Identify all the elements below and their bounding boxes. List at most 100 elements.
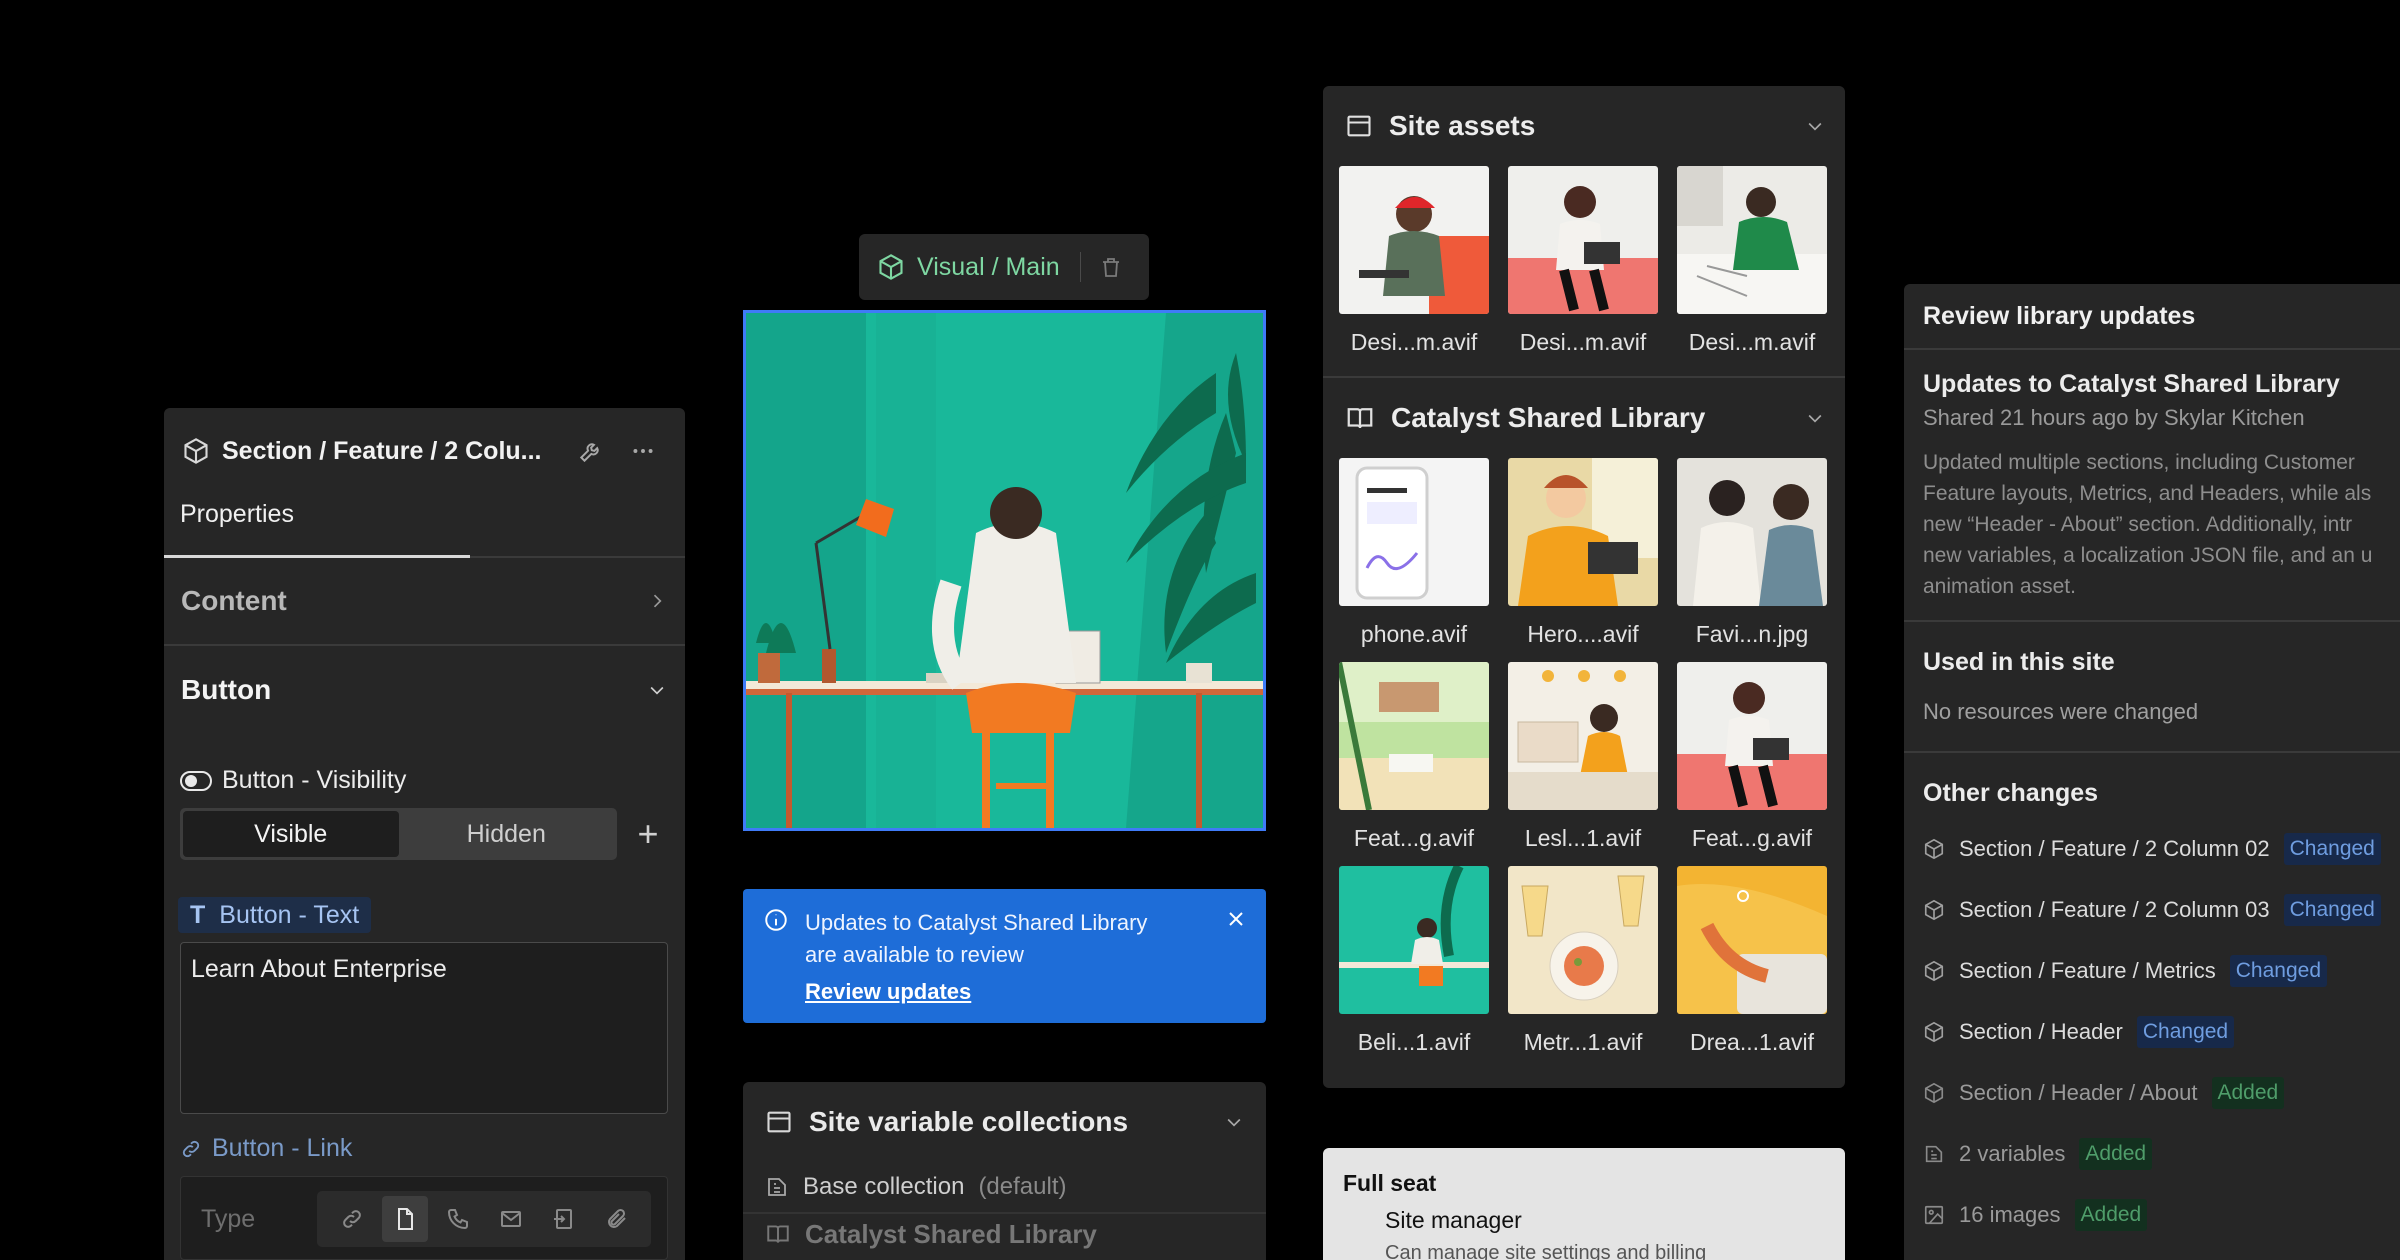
asset-tile[interactable]: Feat...g.avif	[1339, 662, 1489, 866]
asset-tile[interactable]: Favi...n.jpg	[1677, 458, 1827, 662]
asset-tile[interactable]: Beli...1.avif	[1339, 866, 1489, 1070]
description-line: animation asset.	[1923, 575, 2076, 598]
variable-icon	[765, 1175, 789, 1199]
change-name: Section / Feature / 2 Column 02	[1959, 835, 2270, 861]
change-item[interactable]: 2 variables Added	[1923, 1123, 2381, 1184]
cube-icon	[1923, 899, 1945, 921]
hidden-option[interactable]: Hidden	[399, 811, 615, 857]
tab-properties[interactable]: Properties	[180, 500, 294, 529]
asset-thumbnail	[1339, 662, 1489, 810]
badge-divider	[1079, 252, 1081, 282]
book-icon	[1345, 403, 1375, 433]
seat-role[interactable]: Site manager	[1343, 1207, 1825, 1234]
section-anchor-icon[interactable]	[541, 1196, 587, 1242]
asset-tile[interactable]: Feat...g.avif	[1677, 662, 1827, 866]
change-item[interactable]: Section / Feature / Metrics Changed	[1923, 940, 2381, 1001]
update-notification: Updates to Catalyst Shared Library are a…	[743, 889, 1266, 1023]
review-updates-link[interactable]: Review updates	[805, 979, 971, 1005]
description-line: Updated multiple sections, including Cus…	[1923, 451, 2355, 474]
hero-image[interactable]	[743, 310, 1266, 831]
asset-tile[interactable]: Drea...1.avif	[1677, 866, 1827, 1070]
toggle-icon	[180, 769, 212, 793]
component-icon	[877, 253, 905, 281]
close-icon[interactable]	[1224, 907, 1248, 931]
button-text-label: T Button - Text	[178, 897, 372, 933]
url-link-icon[interactable]	[329, 1196, 375, 1242]
notification-message: Updates to Catalyst Shared Library are a…	[805, 910, 1148, 967]
site-assets-header[interactable]: Site assets	[1323, 86, 1845, 166]
wrench-icon[interactable]	[571, 431, 611, 471]
description-line: new variables, a localization JSON file,…	[1923, 544, 2373, 567]
content-row[interactable]: Content	[164, 558, 685, 646]
asset-thumbnail	[1339, 166, 1489, 314]
asset-tile[interactable]: Lesl...1.avif	[1508, 662, 1658, 866]
change-item[interactable]: Section / Header / About Added	[1923, 1062, 2381, 1123]
update-title: Updates to Catalyst Shared Library	[1923, 370, 2340, 398]
window-icon	[765, 1108, 793, 1136]
phone-icon[interactable]	[435, 1196, 481, 1242]
asset-thumbnail	[1677, 458, 1827, 606]
asset-thumbnail	[1677, 166, 1827, 314]
change-item[interactable]: Section / Feature / 2 Column 02 Changed	[1923, 818, 2381, 879]
email-icon[interactable]	[488, 1196, 534, 1242]
asset-filename: Beli...1.avif	[1357, 1028, 1471, 1055]
base-collection-item[interactable]: Base collection (default)	[743, 1162, 1266, 1214]
more-icon[interactable]	[623, 431, 663, 471]
visibility-segmented-control: Visible Hidden	[180, 808, 617, 860]
asset-tile[interactable]: Desi...m.avif	[1508, 166, 1658, 370]
chevron-right-icon	[647, 591, 667, 611]
status-badge: Added	[2074, 1198, 2148, 1231]
asset-thumbnail	[1508, 662, 1658, 810]
seat-card: Full seat Site manager Can manage site s…	[1323, 1148, 1845, 1260]
seat-title: Full seat	[1343, 1170, 1437, 1196]
used-in-site: Used in this site No resources were chan…	[1904, 622, 2400, 753]
component-title: Section / Feature / 2 Colu...	[222, 436, 542, 465]
assets-panel: Site assets Desi...m.avif Desi...m.avif …	[1323, 86, 1845, 1088]
variable-collections-header[interactable]: Site variable collections	[743, 1082, 1266, 1162]
status-badge: Changed	[2283, 832, 2381, 865]
visibility-label: Button - Visibility	[180, 766, 406, 795]
chevron-down-icon	[1805, 116, 1825, 136]
component-badge[interactable]: Visual / Main	[859, 234, 1149, 300]
status-badge: Added	[2211, 1076, 2285, 1109]
change-item[interactable]: 16 images Added	[1923, 1184, 2381, 1245]
status-badge: Changed	[2229, 954, 2328, 987]
used-empty: No resources were changed	[1923, 699, 2199, 724]
change-name: Section / Feature / Metrics	[1959, 957, 2216, 983]
asset-tile[interactable]: Desi...m.avif	[1339, 166, 1489, 370]
change-item[interactable]: Section / Header Changed	[1923, 1001, 2381, 1062]
asset-tile[interactable]: phone.avif	[1339, 458, 1489, 662]
button-link-title: Button - Link	[212, 1134, 353, 1162]
status-badge: Added	[2079, 1137, 2153, 1170]
asset-tile[interactable]: Hero....avif	[1508, 458, 1658, 662]
library-header[interactable]: Catalyst Shared Library	[1323, 378, 1845, 458]
change-name: 2 variables	[1959, 1140, 2066, 1166]
variable-icon	[1923, 1143, 1945, 1165]
trash-icon[interactable]	[1099, 255, 1123, 279]
button-row[interactable]: Button	[164, 646, 685, 734]
shared-collection-item[interactable]: Catalyst Shared Library	[743, 1214, 1266, 1254]
review-header: Review library updates	[1904, 284, 2400, 350]
asset-tile[interactable]: Desi...m.avif	[1677, 166, 1827, 370]
asset-thumbnail	[1339, 458, 1489, 606]
asset-filename: phone.avif	[1360, 620, 1468, 647]
base-collection-label: Base collection	[803, 1173, 965, 1200]
change-item[interactable]: Section / Feature / 2 Column 03 Changed	[1923, 879, 2381, 940]
properties-panel: Section / Feature / 2 Colu... Properties…	[164, 408, 685, 1260]
base-collection-note: (default)	[978, 1173, 1067, 1200]
attachment-icon[interactable]	[594, 1196, 640, 1242]
update-meta: Shared 21 hours ago by Skylar Kitchen	[1923, 405, 2305, 430]
asset-tile[interactable]: Metr...1.avif	[1508, 866, 1658, 1070]
page-icon[interactable]	[381, 1196, 428, 1242]
asset-filename: Feat...g.avif	[1353, 824, 1475, 851]
asset-filename: Favi...n.jpg	[1695, 620, 1809, 647]
add-icon[interactable]: +	[628, 812, 668, 856]
visible-option[interactable]: Visible	[183, 811, 399, 857]
button-text-input[interactable]: Learn About Enterprise	[180, 942, 668, 1114]
visibility-text: Button - Visibility	[222, 766, 407, 794]
shared-collection-label: Catalyst Shared Library	[805, 1218, 1097, 1249]
other-changes: Other changes Section / Feature / 2 Colu…	[1904, 753, 2400, 1245]
library-title: Catalyst Shared Library	[1391, 402, 1706, 433]
component-name: Visual / Main	[917, 252, 1060, 281]
asset-thumbnail	[1508, 866, 1658, 1014]
